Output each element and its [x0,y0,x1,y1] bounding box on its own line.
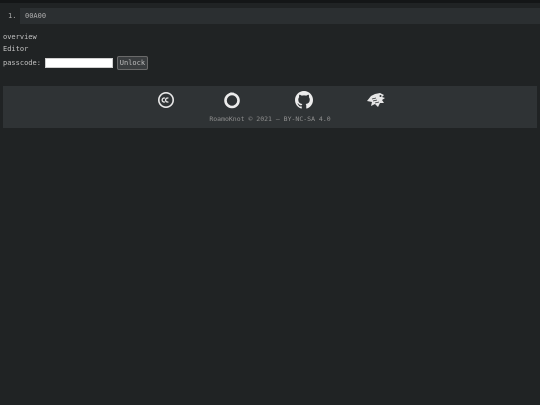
top-bar [0,0,540,3]
github-icon[interactable] [295,91,313,109]
passcode-form: passcode: Unlock [3,56,148,70]
editor-link[interactable]: Editor [3,45,28,53]
list-index: 1. [8,12,17,20]
overview-link[interactable]: overview [3,33,37,41]
bird-mascot-icon[interactable] [365,91,387,109]
passcode-label: passcode: [3,59,41,67]
footer-copyright: RoamoKnot © 2021 — BY-NC-SA 4.0 [209,115,331,123]
passcode-input[interactable] [44,58,113,68]
creative-commons-icon[interactable] [157,91,175,109]
list-entry[interactable]: 00A00 [20,8,540,24]
list-item[interactable]: 1. 00A00 [8,8,540,24]
unlock-button[interactable]: Unlock [116,56,148,70]
list-entry-label: 00A00 [25,12,47,20]
footer: RoamoKnot © 2021 — BY-NC-SA 4.0 [3,86,537,128]
ring-icon[interactable] [223,91,241,109]
footer-icons [3,91,537,111]
